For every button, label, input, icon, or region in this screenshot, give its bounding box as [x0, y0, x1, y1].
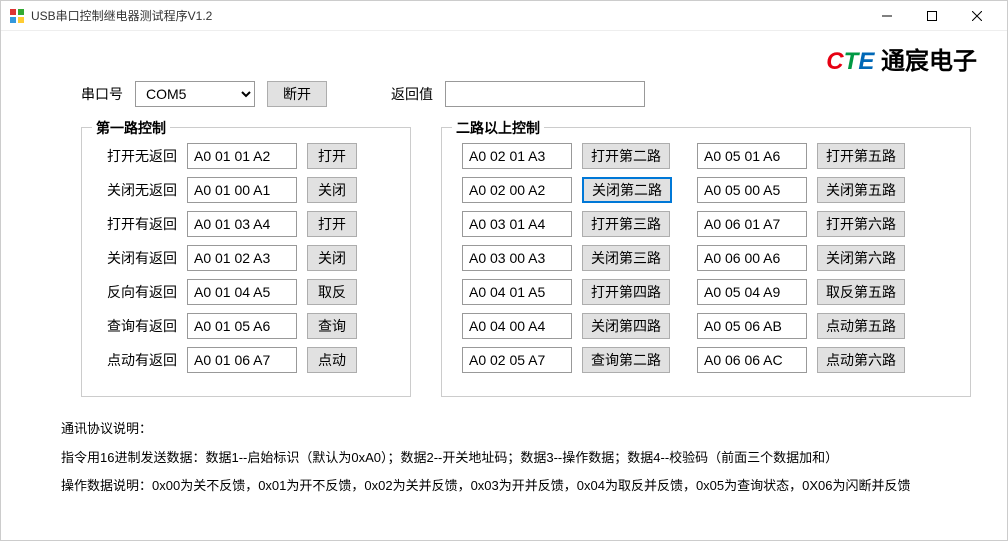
- return-value-input[interactable]: [445, 81, 645, 107]
- g2-row: 查询第二路: [462, 347, 672, 373]
- g2-row: 关闭第四路: [462, 313, 672, 339]
- g2-cmd-input[interactable]: [697, 245, 807, 271]
- g1-action-button[interactable]: 打开: [307, 143, 357, 169]
- g1-row-label: 关闭有返回: [102, 248, 177, 268]
- disconnect-button[interactable]: 断开: [267, 81, 327, 107]
- g1-row-label: 打开有返回: [102, 214, 177, 234]
- g2-action-button[interactable]: 关闭第二路: [582, 177, 672, 203]
- window-title: USB串口控制继电器测试程序V1.2: [31, 7, 864, 24]
- g1-row-label: 点动有返回: [102, 350, 177, 370]
- g2-action-button[interactable]: 关闭第三路: [582, 245, 670, 271]
- group1-title: 第一路控制: [92, 118, 170, 138]
- g2-row: 打开第三路: [462, 211, 672, 237]
- g2-row: 打开第四路: [462, 279, 672, 305]
- group-multi-channel: 二路以上控制 打开第二路关闭第二路打开第三路关闭第三路打开第四路关闭第四路查询第…: [441, 127, 971, 397]
- app-icon: [9, 8, 25, 24]
- g1-cmd-input[interactable]: [187, 245, 297, 271]
- g2-row: 关闭第六路: [697, 245, 905, 271]
- g2-action-button[interactable]: 点动第五路: [817, 313, 905, 339]
- g1-row-5: 查询有返回 查询: [102, 313, 390, 339]
- g2-cmd-input[interactable]: [462, 177, 572, 203]
- notes-line2: 指令用16进制发送数据：数据1--启始标识（默认为0xA0）；数据2--开关地址…: [61, 444, 977, 473]
- g1-cmd-input[interactable]: [187, 347, 297, 373]
- g2-cmd-input[interactable]: [697, 211, 807, 237]
- g2-action-button[interactable]: 打开第三路: [582, 211, 670, 237]
- return-label: 返回值: [391, 84, 433, 104]
- g1-action-button[interactable]: 关闭: [307, 245, 357, 271]
- minimize-button[interactable]: [864, 1, 909, 31]
- g1-row-6: 点动有返回 点动: [102, 347, 390, 373]
- g2-cmd-input[interactable]: [462, 245, 572, 271]
- g2-row: 点动第五路: [697, 313, 905, 339]
- g2-cmd-input[interactable]: [697, 279, 807, 305]
- g2-cmd-input[interactable]: [462, 143, 572, 169]
- g2-row: 打开第六路: [697, 211, 905, 237]
- g2-action-button[interactable]: 打开第四路: [582, 279, 670, 305]
- g2-row: 打开第五路: [697, 143, 905, 169]
- g2-action-button[interactable]: 关闭第四路: [582, 313, 670, 339]
- g1-cmd-input[interactable]: [187, 143, 297, 169]
- g2-action-button[interactable]: 点动第六路: [817, 347, 905, 373]
- g1-cmd-input[interactable]: [187, 211, 297, 237]
- g1-row-label: 关闭无返回: [102, 180, 177, 200]
- g1-action-button[interactable]: 取反: [307, 279, 357, 305]
- g1-row-label: 打开无返回: [102, 146, 177, 166]
- g1-row-2: 打开有返回 打开: [102, 211, 390, 237]
- g2-row: 关闭第五路: [697, 177, 905, 203]
- logo: CTE 通宸电子: [826, 41, 977, 76]
- g1-cmd-input[interactable]: [187, 177, 297, 203]
- g1-cmd-input[interactable]: [187, 279, 297, 305]
- g1-action-button[interactable]: 点动: [307, 347, 357, 373]
- group2-title: 二路以上控制: [452, 118, 544, 138]
- g2-action-button[interactable]: 打开第六路: [817, 211, 905, 237]
- notes-line3: 操作数据说明：0x00为关不反馈，0x01为开不反馈，0x02为关并反馈，0x0…: [61, 472, 977, 501]
- g2-cmd-input[interactable]: [697, 313, 807, 339]
- g1-action-button[interactable]: 关闭: [307, 177, 357, 203]
- app-window: USB串口控制继电器测试程序V1.2 CTE 通宸电子 串口号 COM5 断开 …: [0, 0, 1008, 541]
- g2-row: 取反第五路: [697, 279, 905, 305]
- g2-action-button[interactable]: 取反第五路: [817, 279, 905, 305]
- g2-cmd-input[interactable]: [697, 177, 807, 203]
- g1-action-button[interactable]: 查询: [307, 313, 357, 339]
- g2-row: 打开第二路: [462, 143, 672, 169]
- g1-row-4: 反向有返回 取反: [102, 279, 390, 305]
- g2-cmd-input[interactable]: [462, 313, 572, 339]
- port-label: 串口号: [81, 84, 123, 104]
- g2-row: 关闭第二路: [462, 177, 672, 203]
- g2-cmd-input[interactable]: [462, 347, 572, 373]
- g2-cmd-input[interactable]: [462, 211, 572, 237]
- close-button[interactable]: [954, 1, 999, 31]
- g1-row-0: 打开无返回 打开: [102, 143, 390, 169]
- g2-action-button[interactable]: 打开第五路: [817, 143, 905, 169]
- port-select[interactable]: COM5: [135, 81, 255, 107]
- g2-action-button[interactable]: 关闭第五路: [817, 177, 905, 203]
- g2-cmd-input[interactable]: [697, 143, 807, 169]
- protocol-notes: 通讯协议说明： 指令用16进制发送数据：数据1--启始标识（默认为0xA0）；数…: [61, 415, 977, 501]
- g1-cmd-input[interactable]: [187, 313, 297, 339]
- g1-row-1: 关闭无返回 关闭: [102, 177, 390, 203]
- g2-row: 点动第六路: [697, 347, 905, 373]
- g2-row: 关闭第三路: [462, 245, 672, 271]
- g1-action-button[interactable]: 打开: [307, 211, 357, 237]
- g2-cmd-input[interactable]: [462, 279, 572, 305]
- g2-cmd-input[interactable]: [697, 347, 807, 373]
- g2-action-button[interactable]: 关闭第六路: [817, 245, 905, 271]
- g2-action-button[interactable]: 打开第二路: [582, 143, 670, 169]
- maximize-button[interactable]: [909, 1, 954, 31]
- group-channel-1: 第一路控制 打开无返回打开关闭无返回关闭打开有返回打开关闭有返回关闭反向有返回取…: [81, 127, 411, 397]
- g2-action-button[interactable]: 查询第二路: [582, 347, 670, 373]
- titlebar: USB串口控制继电器测试程序V1.2: [1, 1, 1007, 31]
- g1-row-label: 查询有返回: [102, 316, 177, 336]
- notes-line1: 通讯协议说明：: [61, 415, 977, 444]
- g1-row-3: 关闭有返回 关闭: [102, 245, 390, 271]
- g1-row-label: 反向有返回: [102, 282, 177, 302]
